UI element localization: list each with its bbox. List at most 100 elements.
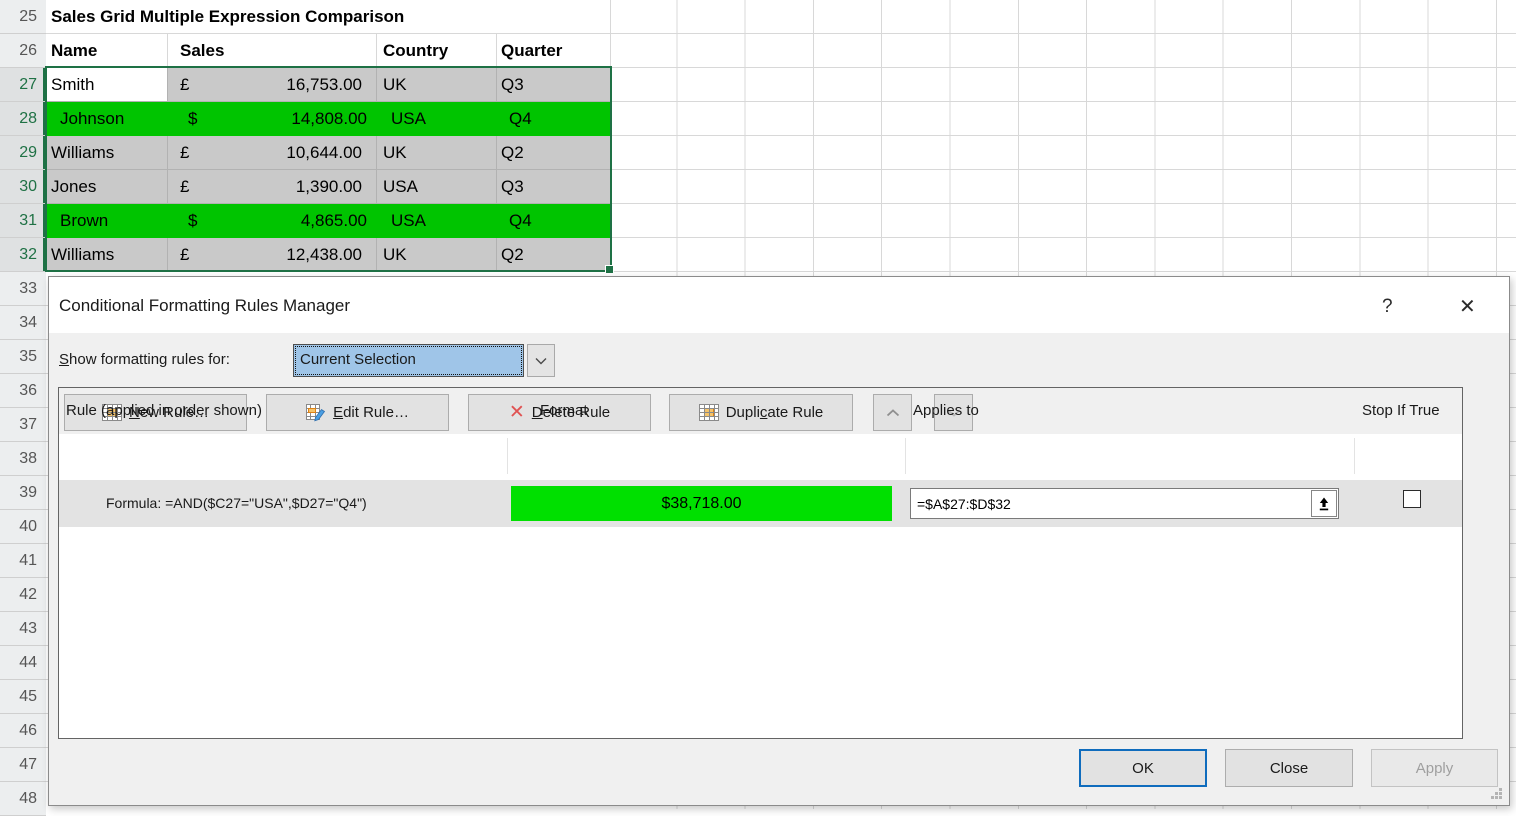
row-header[interactable]: 28: [0, 102, 46, 136]
currency-symbol: $: [168, 204, 197, 237]
amount: 14,808.00: [291, 102, 376, 135]
column-separator: [905, 438, 906, 474]
cell-quarter[interactable]: Q2: [497, 136, 611, 170]
row-header[interactable]: 32: [0, 238, 46, 272]
amount: 16,753.00: [286, 68, 376, 101]
accel-key: S: [59, 351, 69, 368]
cell-sales[interactable]: £10,644.00: [168, 136, 377, 170]
row-header[interactable]: 40: [0, 510, 46, 544]
cell-sales[interactable]: $4,865.00: [168, 204, 377, 238]
sheet-row-32: Williams £12,438.00 UK Q2: [46, 238, 1516, 272]
help-icon[interactable]: ?: [1382, 296, 1393, 318]
column-separator: [507, 438, 508, 474]
row-header[interactable]: 34: [0, 306, 46, 340]
col-header-sales[interactable]: Sales: [168, 34, 377, 68]
move-rule-up-button[interactable]: [873, 394, 912, 431]
applies-to-input[interactable]: [911, 489, 1310, 518]
close-icon[interactable]: ✕: [1459, 294, 1476, 319]
cell-quarter[interactable]: Q3: [497, 68, 611, 102]
dialog-title: Conditional Formatting Rules Manager: [59, 296, 350, 316]
rules-toolbar: New Rule… Edit Rule… ✕ Delete Rule Dupli…: [59, 388, 1462, 434]
cell-quarter[interactable]: Q4: [497, 204, 611, 238]
row-header[interactable]: 26: [0, 34, 46, 68]
chevron-up-icon: [886, 409, 900, 417]
row-header[interactable]: 35: [0, 340, 46, 374]
row-header[interactable]: 39: [0, 476, 46, 510]
row-header[interactable]: 45: [0, 680, 46, 714]
apply-button[interactable]: Apply: [1371, 749, 1498, 787]
cell-name[interactable]: Williams: [46, 136, 168, 170]
collapse-dialog-button[interactable]: [1311, 490, 1337, 517]
row-header[interactable]: 31: [0, 204, 46, 238]
cell-country[interactable]: USA: [377, 170, 497, 204]
sheet-row-28: Johnson $14,808.00 USA Q4: [46, 102, 1516, 136]
rule-row[interactable]: Formula: =AND($C27="USA",$D27="Q4") $38,…: [59, 480, 1462, 527]
row-header[interactable]: 47: [0, 748, 46, 782]
cell-sales[interactable]: £12,438.00: [168, 238, 377, 272]
cell-name[interactable]: Jones: [46, 170, 168, 204]
cell-quarter[interactable]: Q4: [497, 102, 611, 136]
row-header[interactable]: 33: [0, 272, 46, 306]
col-header-quarter[interactable]: Quarter: [497, 34, 611, 68]
cell-quarter[interactable]: Q3: [497, 170, 611, 204]
col-header-name[interactable]: Name: [46, 34, 168, 68]
cell-sales[interactable]: $14,808.00: [168, 102, 377, 136]
row-header[interactable]: 25: [0, 0, 46, 34]
conditional-formatting-rules-manager-dialog: Conditional Formatting Rules Manager ? ✕…: [48, 276, 1510, 806]
col-header-country[interactable]: Country: [377, 34, 497, 68]
cell-country[interactable]: USA: [377, 204, 497, 238]
show-rules-dropdown-value[interactable]: Current Selection: [293, 344, 524, 377]
cell-quarter[interactable]: Q2: [497, 238, 611, 272]
row-header[interactable]: 41: [0, 544, 46, 578]
edit-rule-pencil-icon: [306, 404, 326, 422]
cell-name[interactable]: Smith: [46, 68, 168, 102]
sheet-row-26: Name Sales Country Quarter: [46, 34, 1516, 68]
column-header-applies-to: Applies to: [913, 402, 979, 419]
cell-name[interactable]: Brown: [46, 204, 168, 238]
button-label: Duplicate Rule: [726, 404, 824, 421]
amount: 12,438.00: [286, 238, 376, 271]
column-header-format: Format: [540, 402, 588, 419]
column-separator: [1354, 438, 1355, 474]
row-header[interactable]: 48: [0, 782, 46, 816]
row-header[interactable]: 42: [0, 578, 46, 612]
dialog-titlebar: Conditional Formatting Rules Manager ? ✕: [49, 277, 1509, 333]
cell-country[interactable]: UK: [377, 238, 497, 272]
column-header-stop-if-true: Stop If True: [1362, 402, 1440, 419]
cell-country[interactable]: UK: [377, 136, 497, 170]
resize-grip[interactable]: [1489, 786, 1503, 800]
edit-rule-button[interactable]: Edit Rule…: [266, 394, 449, 431]
row-header[interactable]: 38: [0, 442, 46, 476]
cell-sales[interactable]: £16,753.00: [168, 68, 377, 102]
currency-symbol: £: [168, 68, 189, 101]
chevron-down-icon[interactable]: [527, 344, 555, 377]
sheet-row-30: Jones £1,390.00 USA Q3: [46, 170, 1516, 204]
cell-name[interactable]: Johnson: [46, 102, 168, 136]
cell-name[interactable]: Williams: [46, 238, 168, 272]
row-header[interactable]: 29: [0, 136, 46, 170]
row-header[interactable]: 44: [0, 646, 46, 680]
currency-symbol: £: [168, 136, 189, 169]
duplicate-rule-grid-icon: [699, 404, 719, 421]
row-header[interactable]: 43: [0, 612, 46, 646]
currency-symbol: £: [168, 238, 189, 271]
row-header[interactable]: 46: [0, 714, 46, 748]
amount: 10,644.00: [286, 136, 376, 169]
sheet-title-cell[interactable]: Sales Grid Multiple Expression Compariso…: [46, 0, 611, 34]
cell-country[interactable]: USA: [377, 102, 497, 136]
format-preview: $38,718.00: [511, 486, 892, 521]
sheet-row-31: Brown $4,865.00 USA Q4: [46, 204, 1516, 238]
stop-if-true-checkbox[interactable]: [1403, 490, 1421, 508]
button-label: Edit Rule…: [333, 404, 409, 421]
row-header[interactable]: 30: [0, 170, 46, 204]
row-header[interactable]: 27: [0, 68, 46, 102]
cell-country[interactable]: UK: [377, 68, 497, 102]
row-header[interactable]: 36: [0, 374, 46, 408]
currency-symbol: $: [168, 102, 197, 135]
applies-to-field: [910, 488, 1339, 519]
ok-button[interactable]: OK: [1079, 749, 1207, 787]
close-button[interactable]: Close: [1225, 749, 1353, 787]
duplicate-rule-button[interactable]: Duplicate Rule: [669, 394, 853, 431]
row-header[interactable]: 37: [0, 408, 46, 442]
cell-sales[interactable]: £1,390.00: [168, 170, 377, 204]
